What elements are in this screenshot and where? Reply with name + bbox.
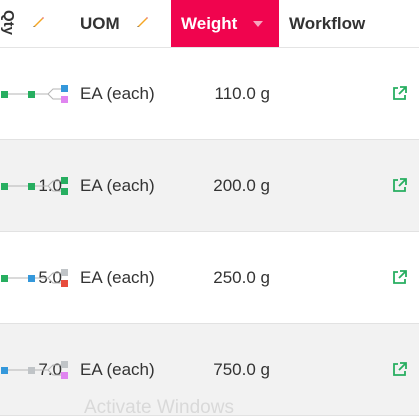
column-header-uom[interactable]: UOM [80, 0, 148, 47]
workflow-step [61, 85, 68, 92]
workflow-connector [47, 88, 61, 100]
weight-cell: 200.0 g [213, 175, 270, 195]
workflow-header-label: Workflow [289, 13, 366, 33]
workflow-step [1, 183, 8, 190]
pencil-icon[interactable] [135, 15, 149, 29]
open-external-icon[interactable] [391, 361, 408, 378]
uom-header-label: UOM [80, 13, 120, 33]
workflow-step [61, 96, 68, 103]
qty-header-label: Qty [0, 9, 18, 36]
workflow-step [28, 91, 35, 98]
workflow-step [61, 188, 68, 195]
workflow-step [61, 280, 68, 287]
open-external-icon[interactable] [391, 269, 408, 286]
workflow-step [61, 269, 68, 276]
table-header: Qty UOM Weight Workflow [0, 0, 419, 48]
pencil-icon[interactable] [31, 15, 45, 29]
workflow-step [1, 367, 8, 374]
column-header-weight[interactable]: Weight [171, 0, 279, 47]
uom-cell: EA (each) [80, 83, 155, 103]
workflow-step [61, 372, 68, 379]
table-row[interactable]: 1.0 EA (each) 200.0 g [0, 140, 419, 232]
workflow-step [1, 275, 8, 282]
table-row[interactable]: EA (each) 110.0 g [0, 48, 419, 140]
workflow-step [1, 91, 8, 98]
column-header-qty[interactable]: Qty [0, 0, 60, 47]
weight-header-label: Weight [181, 13, 238, 33]
sort-desc-icon[interactable] [253, 21, 263, 27]
column-header-workflow[interactable]: Workflow [289, 0, 365, 47]
workflow-connector [47, 180, 61, 192]
workflow-connector [47, 272, 61, 284]
workflow-step [28, 367, 35, 374]
weight-cell: 250.0 g [213, 267, 270, 287]
weight-cell: 110.0 g [214, 83, 270, 103]
workflow-step [28, 183, 35, 190]
uom-cell: EA (each) [80, 175, 155, 195]
table-row[interactable]: 5.0 EA (each) 250.0 g [0, 232, 419, 324]
workflow-connector [47, 364, 61, 376]
open-external-icon[interactable] [391, 85, 408, 102]
uom-cell: EA (each) [80, 267, 155, 287]
workflow-step [61, 361, 68, 368]
open-external-icon[interactable] [391, 177, 408, 194]
activation-watermark: Activate Windows [84, 397, 234, 418]
workflow-step [28, 275, 35, 282]
workflow-step [61, 177, 68, 184]
